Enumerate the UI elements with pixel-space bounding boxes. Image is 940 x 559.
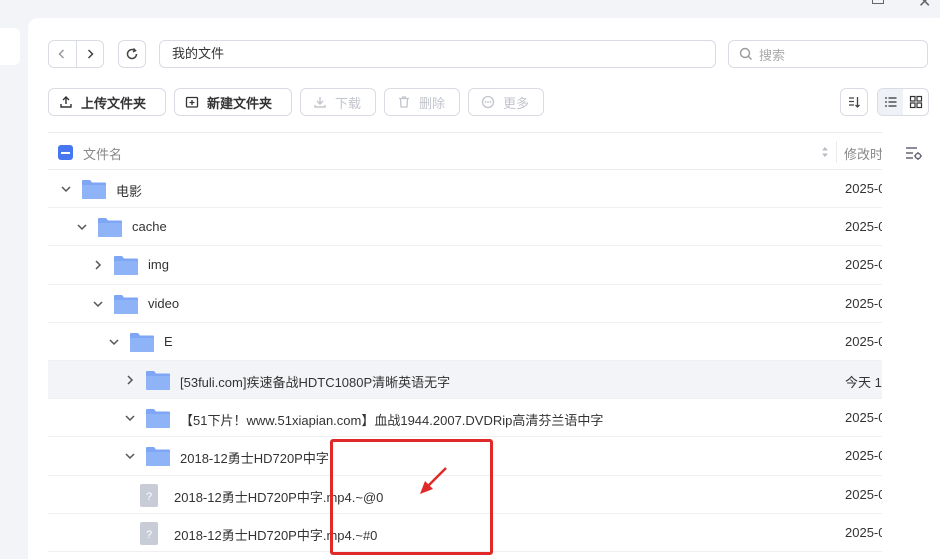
sort-arrows-icon[interactable] <box>820 145 830 159</box>
column-divider[interactable] <box>836 141 837 163</box>
modified-time: 2025-0 <box>845 295 882 311</box>
search-placeholder: 搜索 <box>759 47 786 63</box>
chevron-right-icon[interactable] <box>92 259 104 271</box>
folder-icon <box>146 409 170 429</box>
modified-time: 2025-0 <box>845 219 882 235</box>
svg-text:?: ? <box>146 491 152 503</box>
table-row[interactable]: E 2025-0 <box>48 323 882 361</box>
folder-icon <box>82 180 106 199</box>
list-icon <box>884 97 896 107</box>
list-view-button[interactable] <box>878 89 903 115</box>
chevron-down-icon[interactable] <box>76 221 88 233</box>
modified-time: 今天 1 <box>845 374 882 390</box>
chevron-down-icon[interactable] <box>124 412 136 424</box>
table-header: 文件名 修改时 <box>48 132 882 170</box>
delete-label: 删除 <box>419 95 446 111</box>
annotation-arrow-icon <box>420 467 447 494</box>
column-time-header[interactable]: 修改时 <box>844 144 882 163</box>
modified-time: 2025-0 <box>845 524 882 540</box>
table-row[interactable]: [53fuli.com]疾速备战HDTC1080P清晰英语无字 今天 1 <box>48 360 882 400</box>
chevron-down-icon[interactable] <box>92 298 104 310</box>
select-all-checkbox[interactable] <box>58 145 73 160</box>
annotation-highlight-box <box>330 439 493 555</box>
restore-icon[interactable] <box>872 0 884 4</box>
folder-icon <box>98 218 122 238</box>
modified-time: 2025-0 <box>845 448 882 464</box>
table-row[interactable]: 电影 2025-0 <box>48 170 882 209</box>
search-icon <box>739 47 752 60</box>
more-label: 更多 <box>503 95 530 111</box>
grid-view-button[interactable] <box>903 89 928 115</box>
new-folder-label: 新建文件夹 <box>207 95 273 111</box>
table-row[interactable]: cache 2025-0 <box>48 208 882 247</box>
close-icon[interactable]: ✕ <box>918 0 931 12</box>
chevron-left-icon <box>58 49 65 59</box>
toolbar: 上传文件夹 新建文件夹 下载 删除 更多 <box>48 88 544 116</box>
folder-icon <box>130 332 154 352</box>
upload-icon <box>60 96 72 108</box>
grid-icon <box>909 95 922 109</box>
modified-time: 2025-0 <box>845 333 882 349</box>
file-name[interactable]: cache <box>132 219 167 234</box>
chevron-right-icon[interactable] <box>124 374 136 386</box>
file-name[interactable]: [53fuli.com]疾速备战HDTC1080P清晰英语无字 <box>180 372 450 391</box>
new-folder-button[interactable]: 新建文件夹 <box>174 88 292 116</box>
modified-time: 2025-0 <box>845 257 882 273</box>
nav-buttons <box>48 40 104 68</box>
left-sidebar-edge <box>0 28 20 65</box>
sort-icon <box>849 97 860 108</box>
file-name[interactable]: img <box>148 257 169 272</box>
trash-icon <box>399 96 409 108</box>
file-name[interactable]: 2018-12勇士HD720P中字 <box>180 448 329 467</box>
search-input[interactable]: 搜索 <box>728 40 928 68</box>
chevron-down-icon[interactable] <box>108 336 120 348</box>
back-button[interactable] <box>49 41 76 67</box>
modified-time: 2025-0 <box>845 486 882 502</box>
sort-button[interactable] <box>840 88 868 116</box>
chevron-down-icon[interactable] <box>60 183 72 195</box>
modified-time: 2025-0 <box>845 410 882 426</box>
folder-icon <box>146 370 170 390</box>
table-row[interactable]: video 2025-0 <box>48 285 882 323</box>
unknown-file-icon: ? <box>140 483 158 507</box>
column-name-header[interactable]: 文件名 <box>83 144 122 163</box>
svg-text:?: ? <box>146 529 152 541</box>
file-name[interactable]: 电影 <box>116 181 142 200</box>
delete-button[interactable]: 删除 <box>384 88 460 116</box>
file-name[interactable]: E <box>164 334 173 349</box>
upload-folder-button[interactable]: 上传文件夹 <box>48 88 166 116</box>
upload-folder-label: 上传文件夹 <box>81 95 147 111</box>
folder-icon <box>114 294 138 314</box>
refresh-icon <box>126 47 138 60</box>
column-settings-icon[interactable] <box>905 146 923 162</box>
table-row[interactable]: img 2025-0 <box>48 246 882 285</box>
chevron-down-icon[interactable] <box>124 450 136 462</box>
table-row[interactable]: 【51下片！www.51xiapian.com】血战1944.2007.DVDR… <box>48 399 882 438</box>
forward-button[interactable] <box>75 41 104 67</box>
modified-time: 2025-0 <box>845 181 882 196</box>
unknown-file-icon: ? <box>140 521 158 545</box>
file-name[interactable]: 【51下片！www.51xiapian.com】血战1944.2007.DVDR… <box>180 410 603 429</box>
folder-icon <box>114 256 138 276</box>
download-button[interactable]: 下载 <box>300 88 376 116</box>
file-name[interactable]: video <box>148 296 179 311</box>
download-label: 下载 <box>335 95 362 111</box>
download-icon <box>314 97 326 108</box>
more-button[interactable]: 更多 <box>468 88 544 116</box>
refresh-button[interactable] <box>118 40 146 68</box>
folder-icon <box>146 447 170 467</box>
more-icon <box>481 95 495 109</box>
view-toggle <box>877 88 929 116</box>
new-folder-icon <box>185 96 199 108</box>
path-bar[interactable]: 我的文件 <box>159 40 716 68</box>
chevron-right-icon <box>87 49 94 59</box>
